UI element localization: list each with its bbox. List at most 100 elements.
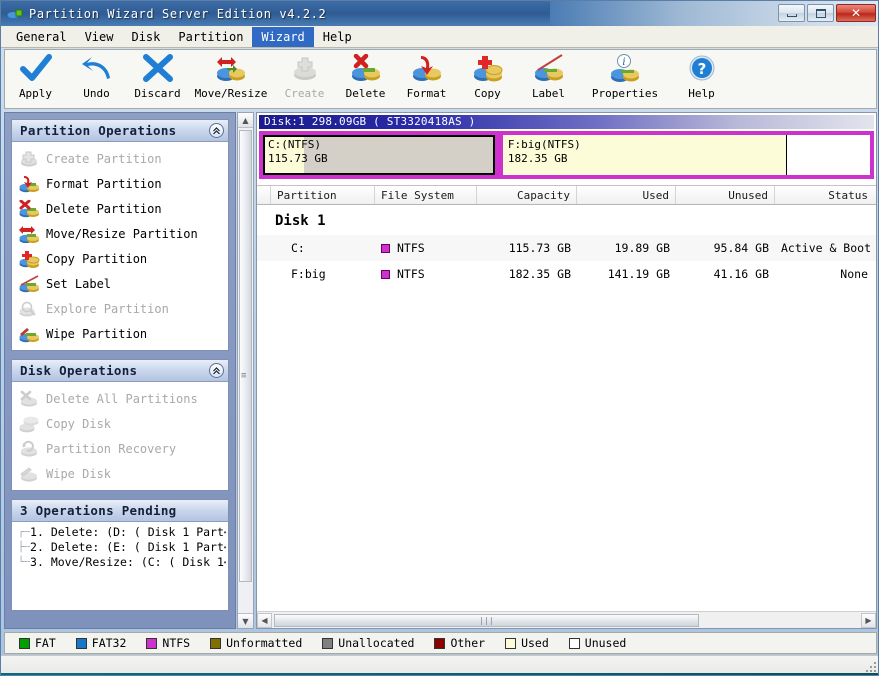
sidebar-item-delete-partition[interactable]: Delete Partition	[12, 196, 228, 221]
sidebar-label-copy-partition: Copy Partition	[46, 251, 148, 266]
menu-item-disk[interactable]: Disk	[122, 27, 169, 47]
disk-map-partition-c[interactable]: C:(NTFS) 115.73 GB	[259, 131, 499, 179]
cell-file-system-label: NTFS	[397, 241, 425, 255]
create-disk-icon	[288, 53, 322, 85]
sidebar-item-copy-partition[interactable]: Copy Partition	[12, 246, 228, 271]
sidebar-item-wipe-partition[interactable]: Wipe Partition	[12, 321, 228, 346]
scrollbar-track[interactable]: |||	[272, 613, 861, 628]
splitter-grip-icon[interactable]: ≡	[241, 372, 246, 381]
legend-item-unused: Unused	[568, 636, 627, 650]
pending-operation-item[interactable]: └╌ 3. Move/Resize: (C: ( Disk 1⋯	[18, 555, 226, 570]
toolbar-button-format[interactable]: Format	[396, 53, 457, 108]
sidebar-item-format-partition[interactable]: Format Partition	[12, 171, 228, 196]
tree-branch-icon: ┌╌	[18, 527, 31, 538]
toolbar-button-discard[interactable]: Discard	[127, 53, 188, 108]
collapse-chevron-up-icon[interactable]	[209, 123, 224, 138]
menu-item-help[interactable]: Help	[314, 27, 361, 47]
used-color-swatch-icon	[505, 637, 517, 649]
panel-header-pending-operations: 3 Operations Pending	[12, 500, 228, 522]
partition-free-area	[787, 135, 870, 175]
main-horizontal-scrollbar[interactable]: ◀ ||| ▶	[257, 611, 876, 628]
cell-status: None	[840, 267, 868, 281]
toolbar-button-properties[interactable]: i Properties	[579, 53, 671, 108]
toolbar-button-apply[interactable]: Apply	[5, 53, 66, 108]
column-header-unused[interactable]: Unused	[676, 186, 775, 204]
legend-item-unformatted: Unformatted	[210, 636, 302, 650]
copy-disk-icon	[471, 53, 505, 85]
menu-item-general[interactable]: General	[7, 27, 76, 47]
table-row[interactable]: C: NTFS 115.73 GB 19.89 GB 95.84 GB Acti…	[257, 235, 876, 261]
close-button[interactable]: ✕	[836, 4, 876, 22]
scroll-left-arrow-icon[interactable]: ◀	[257, 612, 272, 628]
cell-capacity: 182.35 GB	[508, 267, 571, 281]
toolbar-label-discard: Discard	[134, 87, 181, 100]
pending-operation-label: 1. Delete: (D: ( Disk 1 Part⋯	[30, 525, 226, 539]
toolbar-button-help[interactable]: ? Help	[671, 53, 732, 108]
sidebar-label-delete-all-partitions: Delete All Partitions	[46, 391, 198, 406]
format-disk-icon	[410, 53, 444, 85]
sidebar-item-create-partition: Create Partition	[12, 146, 228, 171]
maximize-button[interactable]	[807, 4, 834, 22]
column-header-status[interactable]: Status	[775, 186, 874, 204]
toolbar-label-copy: Copy	[474, 87, 501, 100]
toolbar-button-delete[interactable]: Delete	[335, 53, 396, 108]
disk-map: Disk:1 298.09GB ( ST3320418AS ) C:(NTFS)…	[257, 113, 876, 181]
menu-bar: General View Disk Partition Wizard Help	[1, 26, 878, 48]
format-partition-icon	[18, 175, 40, 193]
column-header-capacity[interactable]: Capacity	[477, 186, 577, 204]
set-label-icon	[18, 274, 40, 293]
toolbar-label-apply: Apply	[18, 87, 53, 100]
column-header-file-system[interactable]: File System	[375, 186, 477, 204]
toolbar-button-undo[interactable]: Undo	[66, 53, 127, 108]
column-header-used[interactable]: Used	[577, 186, 676, 204]
panel-header-disk-operations[interactable]: Disk Operations	[12, 360, 228, 382]
scroll-up-arrow-icon[interactable]: ▲	[238, 113, 253, 128]
resize-grip-icon[interactable]	[864, 660, 876, 672]
pending-operation-item[interactable]: ├╌ 2. Delete: (E: ( Disk 1 Part⋯	[18, 540, 226, 555]
legend-label-other: Other	[450, 636, 486, 650]
create-partition-icon	[18, 150, 40, 168]
menu-item-wizard[interactable]: Wizard	[252, 26, 314, 47]
toolbar-button-move-resize[interactable]: Move/Resize	[188, 53, 274, 108]
disk-map-partition-fbig[interactable]: F:big(NTFS) 182.35 GB	[498, 131, 874, 179]
wipe-disk-icon	[18, 465, 40, 483]
column-header-partition[interactable]: Partition	[271, 186, 375, 204]
toolbar-button-copy[interactable]: Copy	[457, 53, 518, 108]
collapse-chevron-up-icon[interactable]	[209, 363, 224, 378]
app-logo-icon	[7, 7, 23, 21]
check-icon	[19, 53, 53, 85]
delete-disk-icon	[349, 53, 383, 85]
scrollbar-thumb[interactable]: |||	[274, 613, 699, 627]
legend-label-unused: Unused	[584, 636, 627, 650]
cell-partition: C:	[291, 241, 305, 255]
table-row[interactable]: F:big NTFS 182.35 GB 141.19 GB 41.16 GB …	[257, 261, 876, 287]
partition-frame[interactable]: C:(NTFS) 115.73 GB	[259, 131, 499, 179]
svg-text:?: ?	[697, 60, 706, 78]
sidebar-label-copy-disk: Copy Disk	[46, 416, 112, 431]
scroll-down-arrow-icon[interactable]: ▼	[238, 613, 253, 628]
fat-color-swatch-icon	[19, 637, 30, 649]
toolbar-button-label[interactable]: Label	[518, 53, 579, 108]
pending-operation-item[interactable]: ┌╌ 1. Delete: (D: ( Disk 1 Part⋯	[18, 525, 226, 540]
scrollbar-thumb[interactable]	[239, 130, 252, 582]
sidebar-vertical-scrollbar[interactable]: ▲ ▼ ≡	[237, 112, 254, 629]
cross-icon	[141, 53, 175, 85]
toolbar-label-help: Help	[688, 87, 715, 100]
cell-used: 141.19 GB	[607, 267, 670, 281]
minimize-button[interactable]	[778, 4, 805, 22]
legend-label-fat: FAT	[35, 636, 56, 650]
panel-body-partition-operations: Create Partition Format Partition Delete…	[12, 142, 228, 350]
menu-item-view[interactable]: View	[76, 27, 123, 47]
cell-file-system: NTFS	[375, 267, 477, 281]
panel-header-partition-operations[interactable]: Partition Operations	[12, 120, 228, 142]
partition-size: 115.73 GB	[268, 152, 328, 165]
scroll-right-arrow-icon[interactable]: ▶	[861, 612, 876, 628]
pending-operation-label: 2. Delete: (E: ( Disk 1 Part⋯	[30, 540, 226, 554]
legend-item-other: Other	[434, 636, 485, 650]
properties-disk-icon: i	[608, 53, 642, 85]
column-header-spacer	[257, 186, 271, 204]
menu-item-partition[interactable]: Partition	[169, 27, 252, 47]
sidebar-item-move-resize-partition[interactable]: Move/Resize Partition	[12, 221, 228, 246]
partition-frame[interactable]: F:big(NTFS) 182.35 GB	[498, 131, 874, 179]
sidebar-item-set-label[interactable]: Set Label	[12, 271, 228, 296]
